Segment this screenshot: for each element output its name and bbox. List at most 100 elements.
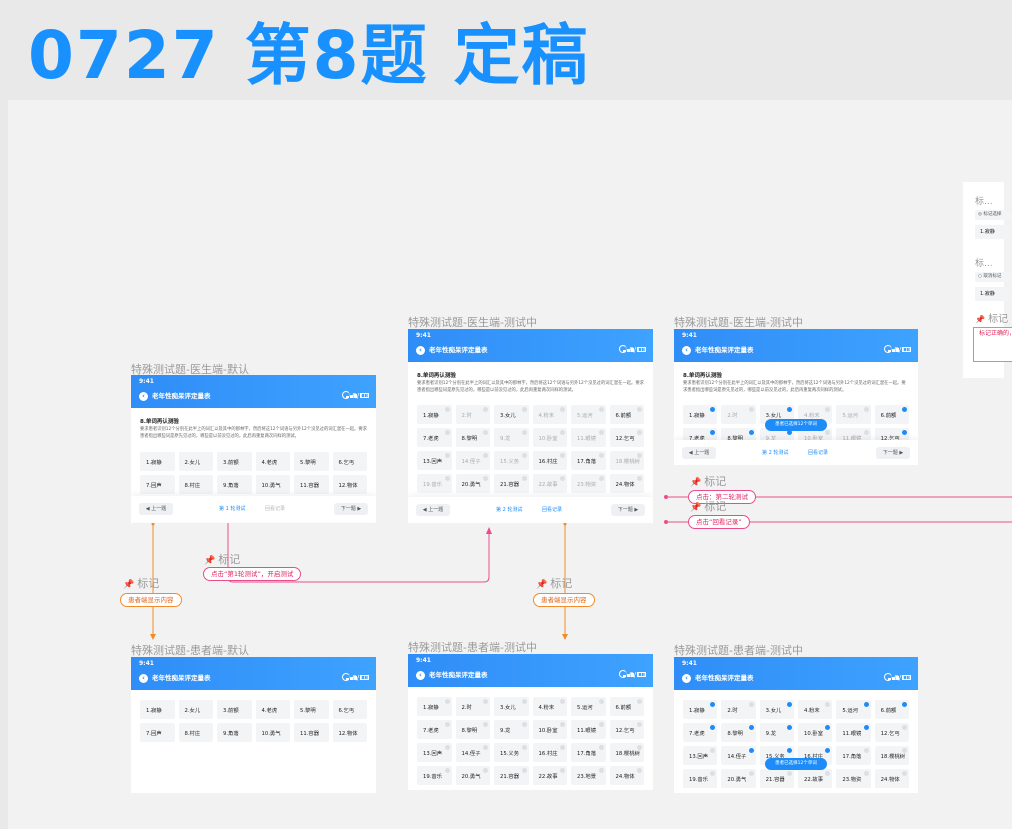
word-cell[interactable]: 2.女儿 <box>178 452 213 471</box>
word-cell[interactable]: 18.樱桃树 <box>609 451 644 470</box>
word-cell[interactable]: 5.黎明 <box>294 700 329 719</box>
view-record-link[interactable]: 回看记录 <box>542 504 562 516</box>
word-cell[interactable]: 1.寂静 <box>417 405 452 424</box>
word-cell[interactable]: 18.樱桃树 <box>609 743 644 762</box>
word-cell[interactable]: 1.寂静 <box>140 452 175 471</box>
word-cell[interactable]: 19.音乐 <box>683 769 718 788</box>
word-cell[interactable]: 1.寂静 <box>417 697 452 716</box>
prev-button[interactable]: ◀ 上一题 <box>682 447 716 459</box>
word-cell[interactable]: 13.回声 <box>417 743 452 762</box>
word-cell[interactable]: 8.村庄 <box>178 723 213 742</box>
word-cell[interactable]: 9.角落 <box>217 723 252 742</box>
next-button[interactable]: 下一题 ▶ <box>876 447 910 459</box>
word-cell[interactable]: 8.黎明 <box>721 723 756 742</box>
word-cell[interactable]: 2.时 <box>721 405 756 424</box>
word-cell[interactable]: 4.粉末 <box>532 697 567 716</box>
word-cell[interactable]: 20.勇气 <box>455 766 490 785</box>
word-cell[interactable]: 10.卧室 <box>532 720 567 739</box>
word-cell[interactable]: 4.粉末 <box>532 405 567 424</box>
word-cell[interactable]: 15.义务 <box>494 451 529 470</box>
word-cell[interactable]: 9.龙 <box>494 720 529 739</box>
word-cell[interactable]: 16.村庄 <box>532 743 567 762</box>
word-cell[interactable]: 6.前额 <box>874 405 909 424</box>
word-cell[interactable]: 11.容器 <box>294 475 329 494</box>
word-cell[interactable]: 9.龙 <box>494 428 529 447</box>
back-icon[interactable]: ‹ <box>139 674 148 683</box>
word-cell[interactable]: 21.容器 <box>759 769 794 788</box>
word-cell[interactable]: 21.容器 <box>494 766 529 785</box>
word-cell[interactable]: 1.寂静 <box>683 700 718 719</box>
word-cell[interactable]: 22.故事 <box>532 766 567 785</box>
mark-cancel-chip[interactable]: ○ 取消标记 <box>975 272 1011 282</box>
word-cell[interactable]: 6.乞丐 <box>332 700 367 719</box>
back-icon[interactable]: ‹ <box>682 346 691 355</box>
word-cell[interactable]: 1.寂静 <box>683 405 718 424</box>
mark-select-chip[interactable]: ◎ 标记选择 <box>975 210 1011 220</box>
word-cell[interactable]: 11.眼镜 <box>836 723 871 742</box>
word-cell[interactable]: 8.村庄 <box>178 475 213 494</box>
word-cell[interactable]: 23.物资 <box>571 474 606 493</box>
word-cell[interactable]: 14.侄子 <box>455 451 490 470</box>
word-cell[interactable]: 24.物体 <box>609 766 644 785</box>
word-cell[interactable]: 2.时 <box>455 697 490 716</box>
word-cell[interactable]: 10.勇气 <box>255 723 290 742</box>
word-cell[interactable]: 5.运河 <box>836 700 871 719</box>
word-cell[interactable]: 17.角落 <box>836 746 871 765</box>
word-cell[interactable]: 12.乞丐 <box>609 720 644 739</box>
word-cell[interactable]: 12.物体 <box>332 475 367 494</box>
word-cell[interactable]: 7.老虎 <box>683 723 718 742</box>
word-cell[interactable]: 10.卧室 <box>797 723 833 742</box>
word-cell[interactable]: 12.乞丐 <box>874 723 909 742</box>
next-button[interactable]: 下一题 ▶ <box>334 503 368 515</box>
word-cell[interactable]: 21.容器 <box>494 474 529 493</box>
word-cell[interactable]: 9.角落 <box>217 475 252 494</box>
word-cell[interactable]: 4.粉末 <box>797 700 833 719</box>
prev-button[interactable]: ◀ 上一题 <box>139 503 173 515</box>
back-icon[interactable]: ‹ <box>416 346 425 355</box>
word-cell[interactable]: 3.女儿 <box>494 697 529 716</box>
word-cell[interactable]: 8.黎明 <box>455 428 490 447</box>
word-cell[interactable]: 12.乞丐 <box>609 428 644 447</box>
word-cell[interactable]: 4.老虎 <box>255 452 290 471</box>
word-cell[interactable]: 8.黎明 <box>455 720 490 739</box>
word-cell[interactable]: 11.容器 <box>294 723 329 742</box>
next-button[interactable]: 下一题 ▶ <box>611 504 645 516</box>
word-cell[interactable]: 1.寂静 <box>140 700 175 719</box>
word-cell[interactable]: 7.老虎 <box>417 720 452 739</box>
word-cell[interactable]: 5.运河 <box>836 405 871 424</box>
word-cell[interactable]: 7.老虎 <box>417 428 452 447</box>
word-cell[interactable]: 1.寂静 <box>975 287 1009 301</box>
word-cell[interactable]: 19.音乐 <box>417 474 452 493</box>
prev-button[interactable]: ◀ 上一题 <box>416 504 450 516</box>
word-cell[interactable]: 18.樱桃树 <box>874 746 909 765</box>
word-cell[interactable]: 16.村庄 <box>532 451 567 470</box>
word-cell[interactable]: 22.故事 <box>532 474 567 493</box>
view-record-link[interactable]: 回看记录 <box>808 447 828 459</box>
word-cell[interactable]: 13.回声 <box>417 451 452 470</box>
word-cell[interactable]: 3.女儿 <box>759 700 794 719</box>
word-cell[interactable]: 3.前额 <box>217 700 252 719</box>
word-cell[interactable]: 24.物体 <box>609 474 644 493</box>
word-cell[interactable]: 2.时 <box>455 405 490 424</box>
word-cell[interactable]: 1.寂静 <box>975 225 1009 239</box>
word-cell[interactable]: 14.侄子 <box>721 746 756 765</box>
word-cell[interactable]: 23.地景 <box>571 766 606 785</box>
word-cell[interactable]: 19.音乐 <box>417 766 452 785</box>
word-cell[interactable]: 14.侄子 <box>455 743 490 762</box>
round2-link[interactable]: 第 2 轮测试 <box>496 504 522 516</box>
word-cell[interactable]: 13.回声 <box>683 746 718 765</box>
word-cell[interactable]: 10.卧室 <box>532 428 567 447</box>
word-cell[interactable]: 6.前额 <box>609 405 644 424</box>
word-cell[interactable]: 17.角落 <box>571 451 606 470</box>
word-cell[interactable]: 7.回声 <box>140 475 175 494</box>
view-record-link[interactable]: 回看记录 <box>265 503 285 515</box>
word-cell[interactable]: 20.勇气 <box>455 474 490 493</box>
back-icon[interactable]: ‹ <box>416 671 425 680</box>
word-cell[interactable]: 11.眼镜 <box>571 720 606 739</box>
word-cell[interactable]: 5.运河 <box>571 405 606 424</box>
word-cell[interactable]: 5.运河 <box>571 697 606 716</box>
word-cell[interactable]: 2.女儿 <box>178 700 213 719</box>
word-cell[interactable]: 12.物体 <box>332 723 367 742</box>
word-cell[interactable]: 3.女儿 <box>494 405 529 424</box>
word-cell[interactable]: 4.老虎 <box>255 700 290 719</box>
